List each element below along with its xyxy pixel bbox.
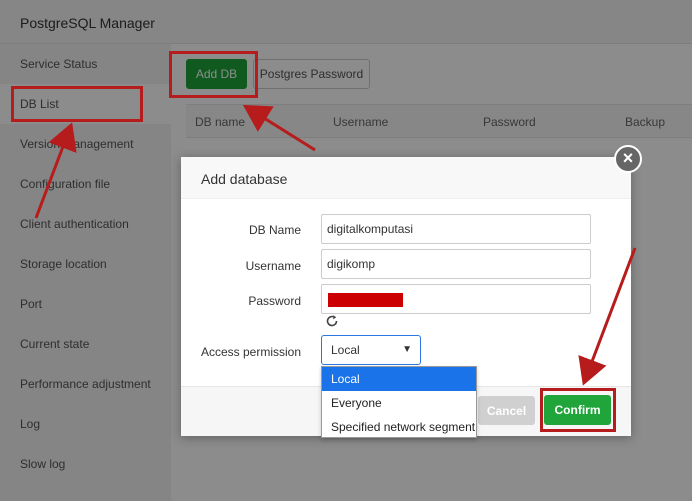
access-permission-dropdown: Local Everyone Specified network segment: [321, 366, 477, 438]
refresh-icon[interactable]: [325, 314, 339, 328]
dropdown-option-specified-network-segment[interactable]: Specified network segment: [322, 415, 476, 439]
access-permission-select[interactable]: Local ▼: [321, 335, 421, 365]
username-label: Username: [245, 259, 301, 273]
highlight-confirm: [540, 388, 616, 432]
username-input[interactable]: digikomp: [321, 249, 591, 279]
dropdown-option-everyone[interactable]: Everyone: [322, 391, 476, 415]
access-permission-label: Access permission: [200, 345, 301, 359]
redacted-password: [328, 293, 403, 307]
db-name-input[interactable]: digitalkomputasi: [321, 214, 591, 244]
highlight-add-db: [169, 51, 258, 98]
password-label: Password: [248, 294, 301, 308]
select-value: Local: [331, 343, 360, 357]
db-name-label: DB Name: [248, 223, 301, 237]
highlight-db-list: [11, 86, 143, 122]
dialog-title: Add database: [201, 171, 288, 187]
cancel-button[interactable]: Cancel: [478, 396, 535, 425]
dialog-header: Add database: [181, 157, 631, 199]
chevron-down-icon: ▼: [402, 344, 412, 355]
close-icon[interactable]: ×: [614, 145, 642, 173]
dropdown-option-local[interactable]: Local: [322, 367, 476, 391]
